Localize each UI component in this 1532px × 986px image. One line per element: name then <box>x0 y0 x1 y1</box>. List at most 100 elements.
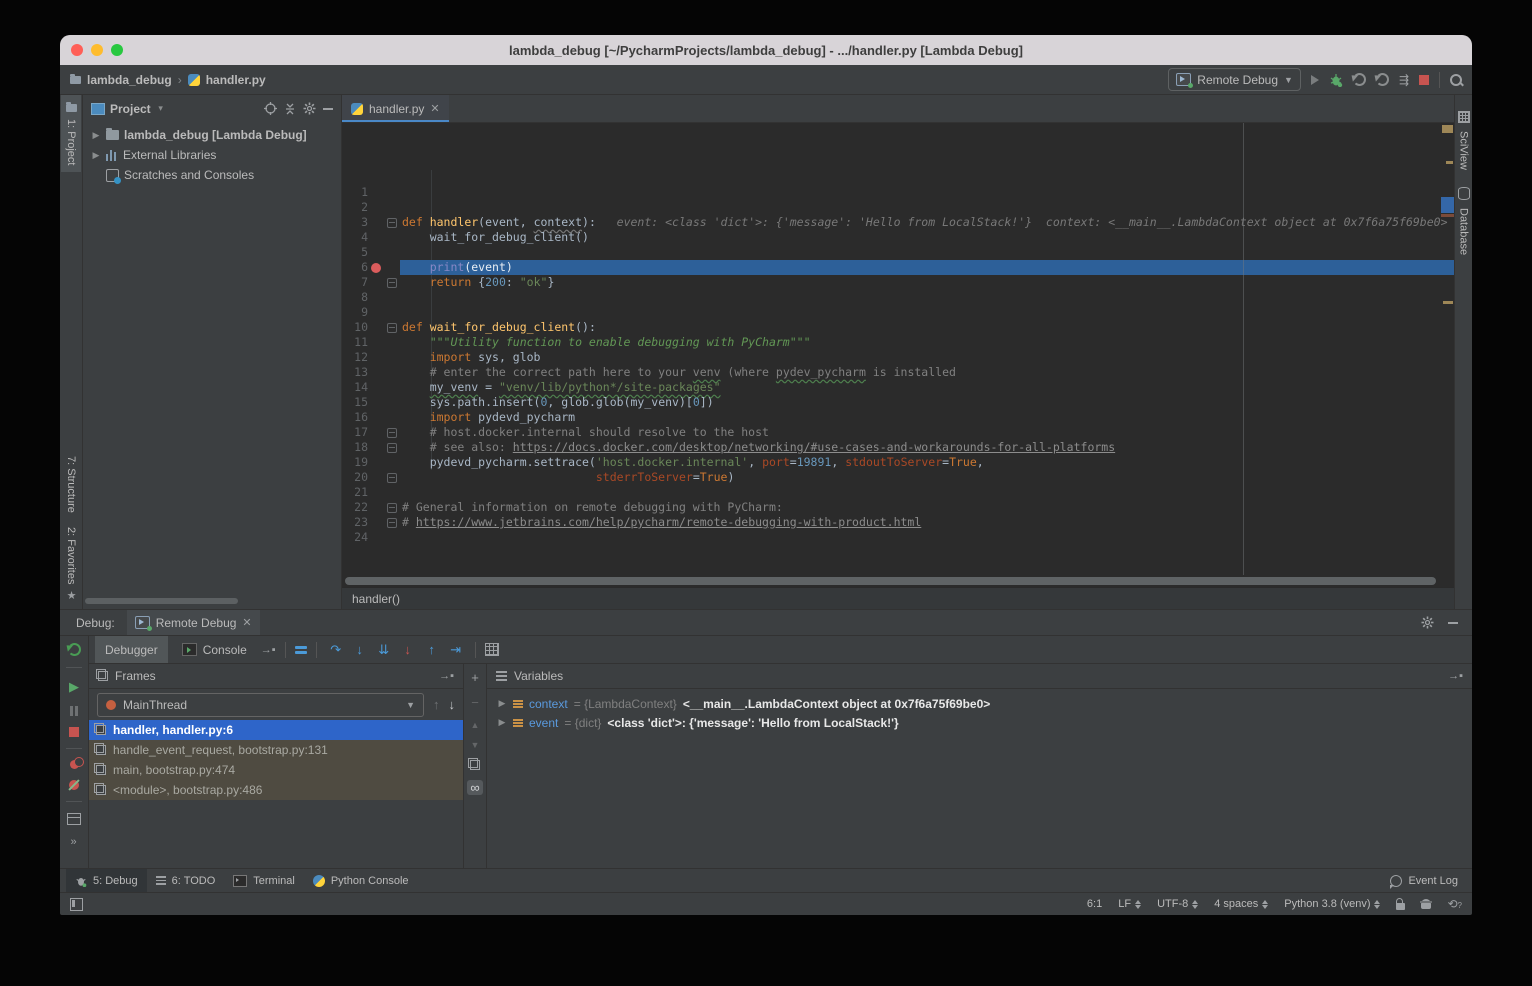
line-separator-selector[interactable]: LF <box>1118 898 1141 910</box>
breakpoint-gutter[interactable] <box>368 455 384 470</box>
minimize-window-button[interactable] <box>91 44 103 56</box>
fold-marker-icon[interactable] <box>387 428 397 438</box>
code-line[interactable]: 22# General information on remote debugg… <box>342 500 1454 515</box>
search-everywhere-icon[interactable] <box>1450 74 1462 86</box>
breakpoint-gutter[interactable] <box>368 470 384 485</box>
chevron-right-icon[interactable]: ▶ <box>497 717 507 728</box>
fold-gutter[interactable] <box>384 230 400 245</box>
error-stripe-caret-mark[interactable] <box>1441 197 1454 213</box>
tool-window-button-terminal[interactable]: Terminal <box>224 869 304 892</box>
fold-gutter[interactable] <box>384 455 400 470</box>
frame-row[interactable]: handler, handler.py:6 <box>89 720 463 740</box>
breakpoint-gutter[interactable] <box>368 410 384 425</box>
caret-position[interactable]: 6:1 <box>1087 898 1102 910</box>
profiler-button[interactable] <box>1376 73 1389 86</box>
fold-gutter[interactable] <box>384 365 400 380</box>
code-line[interactable]: 8 <box>342 290 1454 305</box>
fold-gutter[interactable] <box>384 245 400 260</box>
fold-gutter[interactable] <box>384 500 400 515</box>
fold-gutter[interactable] <box>384 485 400 500</box>
step-out-icon[interactable]: ↑ <box>422 642 442 657</box>
fold-gutter[interactable] <box>384 470 400 485</box>
tool-window-button-debug[interactable]: 5: Debug <box>66 869 147 892</box>
fold-gutter[interactable] <box>384 515 400 530</box>
fold-gutter[interactable] <box>384 185 400 200</box>
sync-icon[interactable]: ⟲? <box>1447 897 1462 911</box>
fold-marker-icon[interactable] <box>387 218 397 228</box>
error-stripe-mark[interactable] <box>1443 301 1453 304</box>
tree-item-project-root[interactable]: ▶ lambda_debug [Lambda Debug] <box>83 125 341 145</box>
variable-row[interactable]: ▶ event = {dict} <class 'dict'>: {'messa… <box>487 713 1472 732</box>
code-line[interactable]: 1 <box>342 185 1454 200</box>
code-line[interactable]: 15 sys.path.insert(0, glob.glob(my_venv)… <box>342 395 1454 410</box>
fold-gutter[interactable] <box>384 305 400 320</box>
close-icon[interactable]: ✕ <box>430 102 439 115</box>
code-line[interactable]: 2 <box>342 200 1454 215</box>
thread-selector[interactable]: MainThread ▼ <box>97 693 424 717</box>
view-breakpoints-icon[interactable] <box>70 760 79 769</box>
tool-window-button-structure[interactable]: 7: Structure <box>61 449 81 520</box>
frame-row[interactable]: <module>, bootstrap.py:486 <box>89 780 463 800</box>
infinity-icon[interactable]: ∞ <box>467 780 482 795</box>
code-line[interactable]: 20 stderrToServer=True) <box>342 470 1454 485</box>
tab-console[interactable]: Console <box>172 636 257 663</box>
fold-gutter[interactable] <box>384 290 400 305</box>
code-line[interactable]: 5 <box>342 245 1454 260</box>
hide-tool-window-icon[interactable] <box>1448 622 1458 624</box>
code-line[interactable]: 14 my_venv = "venv/lib/python*/site-pack… <box>342 380 1454 395</box>
run-configuration-select[interactable]: Remote Debug ▼ <box>1168 68 1301 91</box>
breakpoint-gutter[interactable] <box>368 320 384 335</box>
step-into-icon[interactable]: ↓ <box>350 642 370 657</box>
gear-icon[interactable] <box>303 102 316 115</box>
chevron-down-icon[interactable]: ▾ <box>156 103 166 114</box>
breakpoint-gutter[interactable] <box>368 185 384 200</box>
fold-gutter[interactable] <box>384 440 400 455</box>
breakpoint-dot[interactable] <box>371 263 381 273</box>
error-stripe-mark[interactable] <box>1441 214 1454 217</box>
mute-breakpoints-icon[interactable] <box>69 780 79 790</box>
chevron-right-icon[interactable]: ▶ <box>497 698 507 709</box>
project-horizontal-scrollbar[interactable] <box>85 598 238 604</box>
locate-file-icon[interactable] <box>264 102 277 115</box>
breakpoint-gutter[interactable] <box>368 395 384 410</box>
fold-marker-icon[interactable] <box>387 503 397 513</box>
breakpoint-gutter[interactable] <box>368 290 384 305</box>
previous-frame-icon[interactable]: ↑ <box>433 697 440 712</box>
pause-icon[interactable] <box>70 706 73 716</box>
frame-row[interactable]: handle_event_request, bootstrap.py:131 <box>89 740 463 760</box>
breakpoint-gutter[interactable] <box>368 530 384 545</box>
error-stripe-file-mark[interactable] <box>1442 125 1453 133</box>
code-line[interactable]: 3def handler(event, context): event: <cl… <box>342 215 1454 230</box>
project-view-title[interactable]: Project <box>110 102 151 116</box>
code-line[interactable]: 18 # see also: https://docs.docker.com/d… <box>342 440 1454 455</box>
fold-gutter[interactable] <box>384 335 400 350</box>
code-line[interactable]: 7 return {200: "ok"} <box>342 275 1454 290</box>
code-line[interactable]: 16 import pydevd_pycharm <box>342 410 1454 425</box>
stop-button[interactable] <box>1419 75 1429 85</box>
breadcrumb-file[interactable]: handler.py <box>206 73 266 87</box>
breakpoint-gutter[interactable] <box>368 500 384 515</box>
code-line[interactable]: 10def wait_for_debug_client(): <box>342 320 1454 335</box>
fold-gutter[interactable] <box>384 395 400 410</box>
pin-tab-icon[interactable]: →▪ <box>439 670 454 682</box>
error-stripe-mark[interactable] <box>1446 161 1453 164</box>
breakpoint-gutter[interactable] <box>368 335 384 350</box>
resume-program-icon[interactable]: ▶ <box>69 679 79 695</box>
tool-window-button-favorites[interactable]: 2: Favorites ★ <box>61 520 81 609</box>
lock-icon[interactable] <box>1396 903 1405 910</box>
fold-gutter[interactable] <box>384 260 400 275</box>
next-frame-icon[interactable]: ↓ <box>449 697 456 712</box>
pin-tab-icon[interactable]: →▪ <box>1448 670 1463 682</box>
breakpoint-gutter[interactable] <box>368 230 384 245</box>
fold-marker-icon[interactable] <box>387 278 397 288</box>
concurrency-diagram-button[interactable]: ⇶ <box>1399 73 1409 87</box>
fold-gutter[interactable] <box>384 425 400 440</box>
fold-gutter[interactable] <box>384 215 400 230</box>
fold-marker-icon[interactable] <box>387 473 397 483</box>
fold-marker-icon[interactable] <box>387 443 397 453</box>
code-line[interactable]: 13 # enter the correct path here to your… <box>342 365 1454 380</box>
breakpoint-gutter[interactable] <box>368 275 384 290</box>
breakpoint-gutter[interactable] <box>368 515 384 530</box>
fold-gutter[interactable] <box>384 350 400 365</box>
more-actions-icon[interactable]: » <box>70 836 77 848</box>
